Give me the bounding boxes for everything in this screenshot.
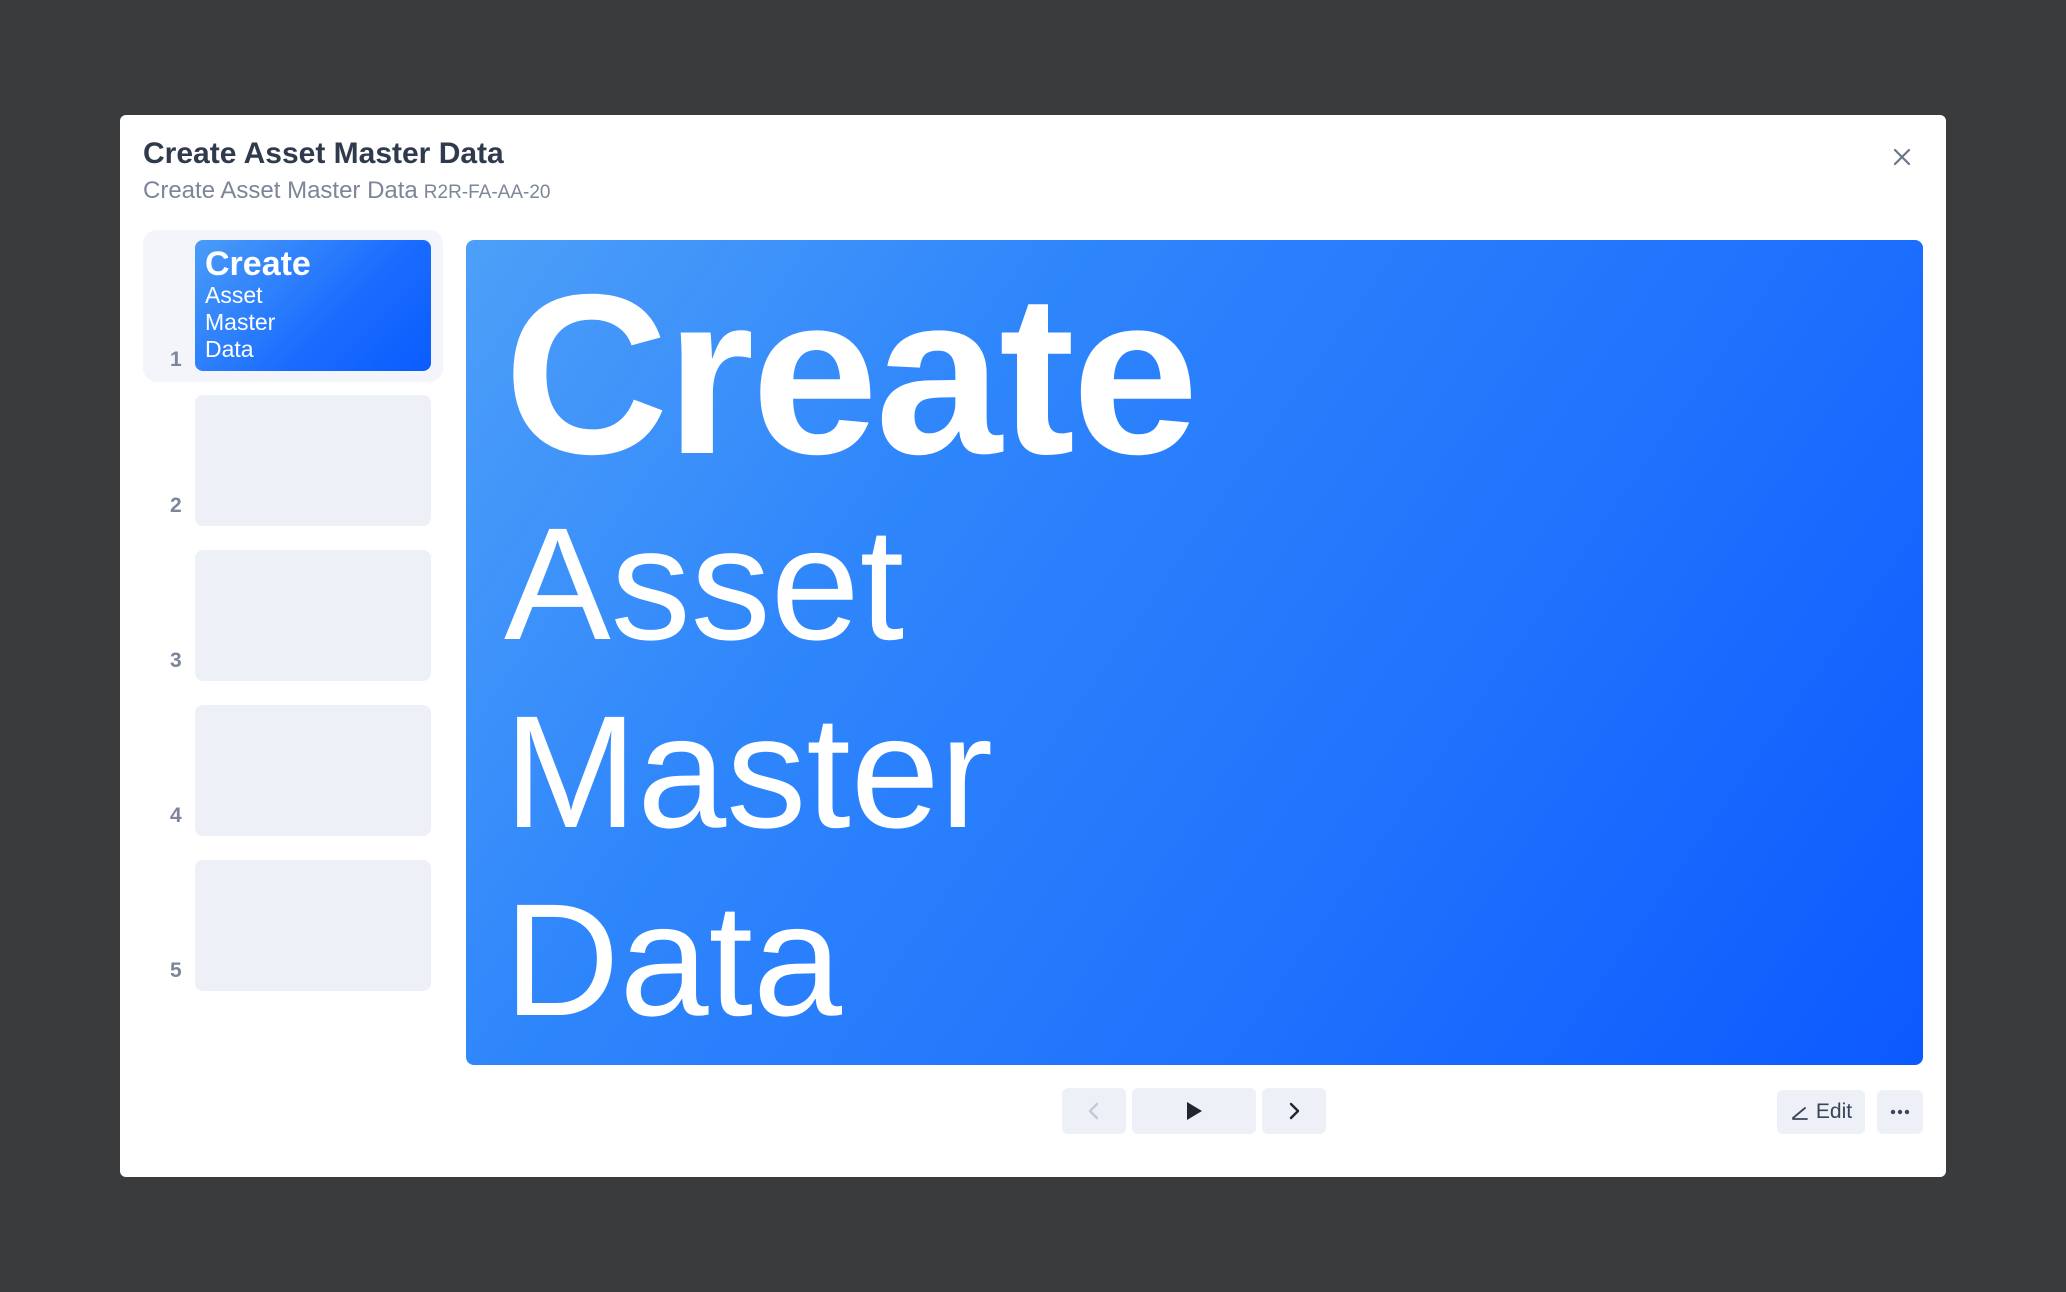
process-code: R2R-FA-AA-20	[423, 182, 551, 203]
thumbnail-number: 2	[170, 494, 182, 517]
thumbnail-number: 4	[170, 804, 182, 827]
slide-thumbnail-3[interactable]: 3	[143, 540, 443, 683]
next-slide-button[interactable]	[1262, 1088, 1326, 1134]
slide-content: Create Asset Master Data	[504, 248, 1199, 1054]
slide-preview: Create Asset Master Data	[466, 240, 1923, 1065]
slideshow-modal: Create Asset Master Data Create Asset Ma…	[120, 115, 1946, 1177]
slide-line: Data	[504, 870, 842, 1049]
thumbnail-number: 5	[170, 959, 182, 982]
pencil-icon	[1792, 1107, 1808, 1120]
close-button[interactable]	[1884, 139, 1920, 175]
thumbnail-heading: Create	[205, 245, 311, 283]
play-button[interactable]	[1132, 1088, 1256, 1134]
slide-line: Asset	[504, 494, 905, 673]
modal-subtitle: Create Asset Master Data R2R-FA-AA-20	[143, 177, 550, 205]
thumbnail-preview	[195, 705, 431, 836]
thumbnail-preview: Create Asset Master Data	[195, 240, 431, 371]
slide-line: Master	[504, 682, 993, 861]
previous-slide-button[interactable]	[1062, 1088, 1126, 1134]
slide-thumbnail-4[interactable]: 4	[143, 695, 443, 838]
edit-button[interactable]: Edit	[1777, 1090, 1865, 1134]
more-options-button[interactable]	[1877, 1090, 1923, 1134]
edit-button-label: Edit	[1815, 1100, 1853, 1123]
slide-thumbnail-5[interactable]: 5	[143, 850, 443, 993]
thumbnail-preview	[195, 860, 431, 991]
thumbnail-line: Master	[205, 309, 276, 335]
slide-thumbnail-2[interactable]: 2	[143, 385, 443, 528]
play-icon	[1187, 1102, 1202, 1120]
slide-thumbnail-list: Create Asset Master Data 1 2 3 4 5	[143, 230, 443, 1005]
modal-title: Create Asset Master Data	[143, 137, 504, 170]
thumbnail-number: 3	[170, 649, 182, 672]
chevron-left-icon	[1088, 1102, 1099, 1120]
thumbnail-preview	[195, 395, 431, 526]
more-horizontal-icon	[1890, 1109, 1910, 1115]
modal-subtitle-text: Create Asset Master Data	[143, 177, 418, 204]
close-icon	[1893, 148, 1911, 166]
thumbnail-preview	[195, 550, 431, 681]
thumbnail-number: 1	[170, 348, 182, 371]
chevron-right-icon	[1289, 1102, 1300, 1120]
slide-thumbnail-1[interactable]: Create Asset Master Data 1	[143, 230, 443, 382]
thumbnail-line: Data	[205, 336, 254, 362]
slide-heading: Create	[504, 248, 1199, 502]
slide-navigation	[1062, 1088, 1326, 1134]
thumbnail-line: Asset	[205, 282, 263, 308]
